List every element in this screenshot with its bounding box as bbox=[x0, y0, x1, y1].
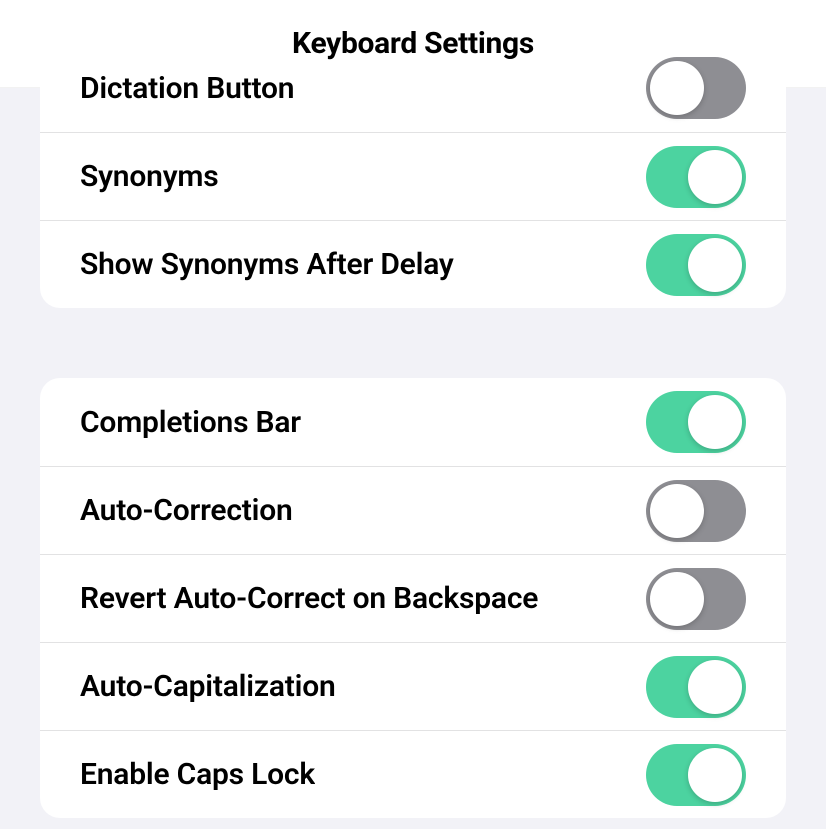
row-revert-autocorrect-backspace: Revert Auto-Correct on Backspace bbox=[40, 554, 786, 642]
settings-group-2: Completions Bar Auto-Correction Revert A… bbox=[40, 378, 786, 818]
toggle-synonyms[interactable] bbox=[646, 146, 746, 208]
toggle-knob bbox=[688, 238, 742, 292]
toggle-auto-capitalization[interactable] bbox=[646, 656, 746, 718]
toggle-dictation-button[interactable] bbox=[646, 57, 746, 119]
row-label: Show Synonyms After Delay bbox=[80, 247, 454, 282]
row-label: Dictation Button bbox=[80, 71, 294, 106]
row-label: Revert Auto-Correct on Backspace bbox=[80, 581, 538, 616]
toggle-knob bbox=[688, 150, 742, 204]
row-label: Enable Caps Lock bbox=[80, 757, 315, 792]
row-label: Completions Bar bbox=[80, 405, 301, 440]
toggle-revert-autocorrect-backspace[interactable] bbox=[646, 568, 746, 630]
row-auto-capitalization: Auto-Capitalization bbox=[40, 642, 786, 730]
toggle-knob bbox=[688, 395, 742, 449]
toggle-knob bbox=[650, 484, 704, 538]
row-synonyms: Synonyms bbox=[40, 132, 786, 220]
content: Dictation Button Synonyms Show Synonyms … bbox=[0, 44, 826, 818]
page-title: Keyboard Settings bbox=[292, 26, 534, 61]
toggle-knob bbox=[688, 660, 742, 714]
row-show-synonyms-after-delay: Show Synonyms After Delay bbox=[40, 220, 786, 308]
toggle-knob bbox=[650, 572, 704, 626]
row-label: Auto-Correction bbox=[80, 493, 293, 528]
row-auto-correction: Auto-Correction bbox=[40, 466, 786, 554]
settings-group-1: Dictation Button Synonyms Show Synonyms … bbox=[40, 44, 786, 308]
toggle-enable-caps-lock[interactable] bbox=[646, 744, 746, 806]
row-completions-bar: Completions Bar bbox=[40, 378, 786, 466]
row-enable-caps-lock: Enable Caps Lock bbox=[40, 730, 786, 818]
row-label: Synonyms bbox=[80, 159, 218, 194]
toggle-knob bbox=[688, 748, 742, 802]
row-label: Auto-Capitalization bbox=[80, 669, 336, 704]
toggle-completions-bar[interactable] bbox=[646, 391, 746, 453]
toggle-auto-correction[interactable] bbox=[646, 480, 746, 542]
toggle-knob bbox=[650, 61, 704, 115]
toggle-show-synonyms-after-delay[interactable] bbox=[646, 234, 746, 296]
